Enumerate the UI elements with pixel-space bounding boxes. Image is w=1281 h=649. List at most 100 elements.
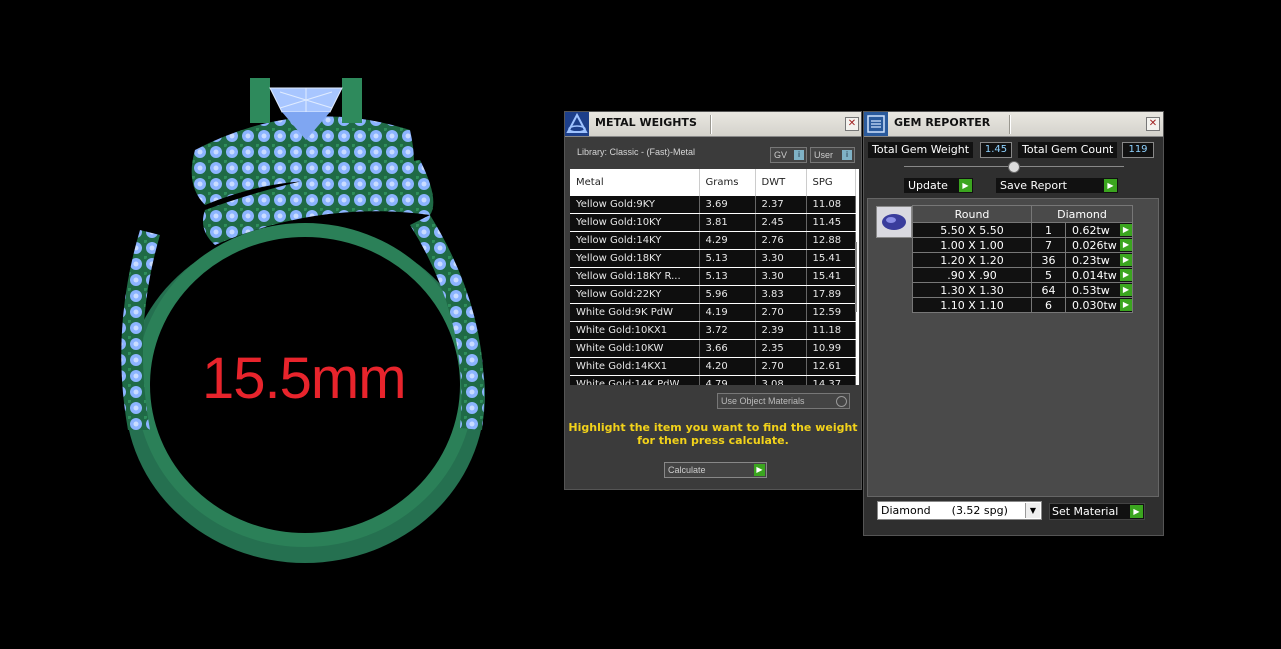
user-toggle[interactable]: User i bbox=[810, 147, 855, 163]
table-row[interactable]: White Gold:10KW 3.66 2.35 10.99 bbox=[570, 339, 856, 358]
gem-row[interactable]: 1.10 X 1.10 6 0.030tw ▶ bbox=[912, 297, 1133, 313]
total-gem-count-label: Total Gem Count bbox=[1018, 142, 1118, 158]
use-object-materials-button[interactable]: Use Object Materials bbox=[717, 393, 850, 409]
spg-cell: 17.89 bbox=[806, 285, 856, 304]
spg-cell: 12.61 bbox=[806, 357, 856, 376]
set-material-button[interactable]: Set Material ▶ bbox=[1049, 503, 1145, 520]
shape-header: Round bbox=[912, 205, 1032, 223]
table-row[interactable]: White Gold:14KX1 4.20 2.70 12.61 bbox=[570, 357, 856, 376]
grams-cell: 4.29 bbox=[699, 231, 756, 250]
gem-row[interactable]: 5.50 X 5.50 1 0.62tw ▶ bbox=[912, 222, 1133, 238]
title-divider bbox=[1009, 115, 1011, 134]
save-report-label: Save Report bbox=[1000, 179, 1067, 192]
user-info-icon[interactable]: i bbox=[842, 150, 852, 160]
select-arrow-icon[interactable]: ▶ bbox=[1120, 254, 1132, 266]
metal-cell: White Gold:14K PdW bbox=[570, 375, 700, 385]
spg-cell: 15.41 bbox=[806, 267, 856, 286]
metal-table[interactable]: Metal Grams DWT SPG Yellow Gold:9KY 3.69 2… bbox=[570, 169, 859, 385]
select-arrow-icon[interactable]: ▶ bbox=[1120, 224, 1132, 236]
gv-toggle[interactable]: GV i bbox=[770, 147, 807, 163]
gem-reporter-titlebar[interactable]: GEM REPORTER ✕ bbox=[864, 112, 1163, 137]
select-arrow-icon[interactable]: ▶ bbox=[1120, 269, 1132, 281]
metal-cell: Yellow Gold:9KY bbox=[570, 196, 700, 214]
metal-cell: White Gold:10KW bbox=[570, 339, 700, 358]
column-header-metal[interactable]: Metal bbox=[570, 169, 700, 196]
metal-weights-icon bbox=[565, 112, 589, 136]
dwt-cell: 2.35 bbox=[755, 339, 807, 358]
material-dropdown[interactable]: Diamond (3.52 spg) ▼ bbox=[877, 501, 1042, 520]
update-label: Update bbox=[908, 179, 948, 192]
select-arrow-icon[interactable]: ▶ bbox=[1120, 299, 1132, 311]
update-button[interactable]: Update ▶ bbox=[904, 178, 973, 193]
gem-size: 1.00 X 1.00 bbox=[912, 237, 1032, 253]
dwt-cell: 2.45 bbox=[755, 213, 807, 232]
spg-cell: 11.45 bbox=[806, 213, 856, 232]
user-label: User bbox=[814, 150, 834, 160]
table-row[interactable]: Yellow Gold:10KY 3.81 2.45 11.45 bbox=[570, 213, 856, 232]
metal-cell: Yellow Gold:18KY R... bbox=[570, 267, 700, 286]
calculate-button[interactable]: Calculate ▶ bbox=[664, 462, 767, 478]
chevron-down-icon[interactable]: ▼ bbox=[1025, 503, 1040, 518]
table-header-row: Metal Grams DWT SPG bbox=[570, 169, 856, 196]
table-row[interactable]: White Gold:9K PdW 4.19 2.70 12.59 bbox=[570, 303, 856, 322]
close-icon[interactable]: ✕ bbox=[1146, 117, 1160, 131]
panel-slider-handle[interactable] bbox=[1008, 161, 1020, 173]
dwt-cell: 3.83 bbox=[755, 285, 807, 304]
gem-count: 64 bbox=[1031, 282, 1066, 298]
use-object-materials-label: Use Object Materials bbox=[721, 396, 805, 406]
grams-cell: 3.81 bbox=[699, 213, 756, 232]
spg-cell: 10.99 bbox=[806, 339, 856, 358]
table-row[interactable]: White Gold:10KX1 3.72 2.39 11.18 bbox=[570, 321, 856, 340]
gem-row[interactable]: .90 X .90 5 0.014tw ▶ bbox=[912, 267, 1133, 283]
gem-row[interactable]: 1.00 X 1.00 7 0.026tw ▶ bbox=[912, 237, 1133, 253]
table-row[interactable]: White Gold:14K PdW 4.79 3.08 14.37 bbox=[570, 375, 856, 385]
gem-size: 1.20 X 1.20 bbox=[912, 252, 1032, 268]
gem-size: 1.10 X 1.10 bbox=[912, 297, 1032, 313]
spg-cell: 11.18 bbox=[806, 321, 856, 340]
set-material-label: Set Material bbox=[1052, 505, 1119, 518]
grams-cell: 3.69 bbox=[699, 196, 756, 214]
gem-reporter-title: GEM REPORTER bbox=[894, 116, 991, 129]
title-divider bbox=[710, 115, 712, 134]
play-arrow-icon: ▶ bbox=[959, 179, 972, 192]
select-arrow-icon[interactable]: ▶ bbox=[1120, 239, 1132, 251]
gem-count: 6 bbox=[1031, 297, 1066, 313]
metal-weights-titlebar[interactable]: METAL WEIGHTS ✕ bbox=[565, 112, 861, 137]
dwt-cell: 2.39 bbox=[755, 321, 807, 340]
spg-cell: 14.37 bbox=[806, 375, 856, 385]
column-header-spg[interactable]: SPG bbox=[806, 169, 856, 196]
close-icon[interactable]: ✕ bbox=[845, 117, 859, 131]
column-header-dwt[interactable]: DWT bbox=[755, 169, 807, 196]
3d-viewport[interactable]: 15.5mm bbox=[0, 0, 560, 645]
metal-weights-table: Metal Grams DWT SPG Yellow Gold:9KY 3.69 2… bbox=[570, 169, 856, 385]
gem-reporter-icon bbox=[864, 112, 888, 136]
select-arrow-icon[interactable]: ▶ bbox=[1120, 284, 1132, 296]
gem-table-header: Round Diamond bbox=[912, 205, 1133, 223]
dwt-cell: 2.70 bbox=[755, 357, 807, 376]
gem-row[interactable]: 1.30 X 1.30 64 0.53tw ▶ bbox=[912, 282, 1133, 298]
table-row[interactable]: Yellow Gold:18KY R... 5.13 3.30 15.41 bbox=[570, 267, 856, 286]
vertical-scrollbar[interactable] bbox=[855, 242, 857, 312]
table-row[interactable]: Yellow Gold:18KY 5.13 3.30 15.41 bbox=[570, 249, 856, 268]
gem-list-area[interactable]: Round Diamond 5.50 X 5.50 1 0.62tw ▶ 1.00 X… bbox=[867, 198, 1159, 497]
table-row[interactable]: Yellow Gold:14KY 4.29 2.76 12.88 bbox=[570, 231, 856, 250]
gem-weight: 0.53tw bbox=[1072, 283, 1110, 297]
dwt-cell: 2.76 bbox=[755, 231, 807, 250]
table-row[interactable]: Yellow Gold:9KY 3.69 2.37 11.08 bbox=[570, 196, 856, 214]
ring-size-label: 15.5mm bbox=[202, 346, 407, 411]
gem-weight: 0.23tw bbox=[1072, 253, 1110, 267]
spg-cell: 12.88 bbox=[806, 231, 856, 250]
dwt-cell: 2.37 bbox=[755, 196, 807, 214]
metal-cell: White Gold:14KX1 bbox=[570, 357, 700, 376]
instruction-text: Highlight the item you want to find the … bbox=[568, 421, 858, 447]
grams-cell: 5.13 bbox=[699, 267, 756, 286]
round-gem-icon[interactable] bbox=[876, 206, 912, 238]
gv-label: GV bbox=[774, 150, 788, 160]
gem-row[interactable]: 1.20 X 1.20 36 0.23tw ▶ bbox=[912, 252, 1133, 268]
grams-cell: 4.79 bbox=[699, 375, 756, 385]
column-header-grams[interactable]: Grams bbox=[699, 169, 756, 196]
save-report-button[interactable]: Save Report ▶ bbox=[996, 178, 1118, 193]
dwt-cell: 3.30 bbox=[755, 267, 807, 286]
gv-info-icon[interactable]: i bbox=[794, 150, 804, 160]
table-row[interactable]: Yellow Gold:22KY 5.96 3.83 17.89 bbox=[570, 285, 856, 304]
